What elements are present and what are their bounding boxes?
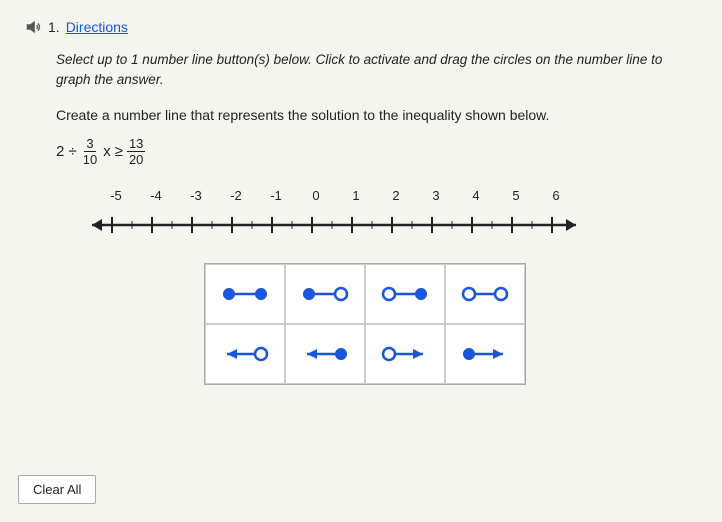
number-line-labels: -5 -4 -3 -2 -1 0 1 2 3 4 5 6 (84, 188, 698, 203)
btn-left-arrow-open[interactable] (205, 324, 285, 384)
nl-label-2: 2 (376, 188, 416, 203)
instructions-text: Select up to 1 number line button(s) bel… (56, 50, 698, 91)
nl-label-neg3: -3 (176, 188, 216, 203)
btn-open-open[interactable] (445, 264, 525, 324)
btn-left-arrow-filled[interactable] (285, 324, 365, 384)
math-expression: 2 ÷ 3 10 x ≥ 13 20 (56, 136, 698, 168)
frac-numerator: 3 (84, 136, 95, 153)
directions-link[interactable]: Directions (66, 19, 128, 35)
nl-label-neg1: -1 (256, 188, 296, 203)
question-num-label: 1. (48, 19, 60, 35)
nl-label-neg4: -4 (136, 188, 176, 203)
question-number: 1. Directions (24, 18, 128, 36)
clear-all-button[interactable]: Clear All (18, 475, 96, 504)
button-grid-wrapper (204, 263, 698, 385)
speaker-icon[interactable] (24, 18, 42, 36)
nl-label-0: 0 (296, 188, 336, 203)
fraction-13-20: 13 20 (127, 136, 145, 168)
rhs-denominator: 20 (127, 152, 145, 168)
question-header: 1. Directions (24, 18, 698, 36)
number-line-container: -5 -4 -3 -2 -1 0 1 2 3 4 5 6 (84, 188, 698, 243)
variable: x (103, 143, 111, 160)
coeff: 2 ÷ (56, 143, 77, 160)
btn-open-filled[interactable] (365, 264, 445, 324)
btn-filled-right-arrow[interactable] (445, 324, 525, 384)
geq-sign: ≥ (115, 143, 123, 160)
nl-label-neg2: -2 (216, 188, 256, 203)
page: 1. Directions Select up to 1 number line… (0, 0, 722, 429)
btn-open-right-arrow[interactable] (365, 324, 445, 384)
nl-label-neg5: -5 (96, 188, 136, 203)
number-line-svg (84, 207, 584, 243)
btn-filled-filled[interactable] (205, 264, 285, 324)
frac-denominator: 10 (81, 152, 99, 168)
nl-label-5: 5 (496, 188, 536, 203)
rhs-numerator: 13 (127, 136, 145, 153)
btn-filled-open[interactable] (285, 264, 365, 324)
nl-label-6: 6 (536, 188, 576, 203)
nl-label-1: 1 (336, 188, 376, 203)
button-grid (204, 263, 526, 385)
problem-text: Create a number line that represents the… (56, 105, 698, 126)
nl-label-3: 3 (416, 188, 456, 203)
nl-label-4: 4 (456, 188, 496, 203)
fraction-3-10: 3 10 (81, 136, 99, 168)
